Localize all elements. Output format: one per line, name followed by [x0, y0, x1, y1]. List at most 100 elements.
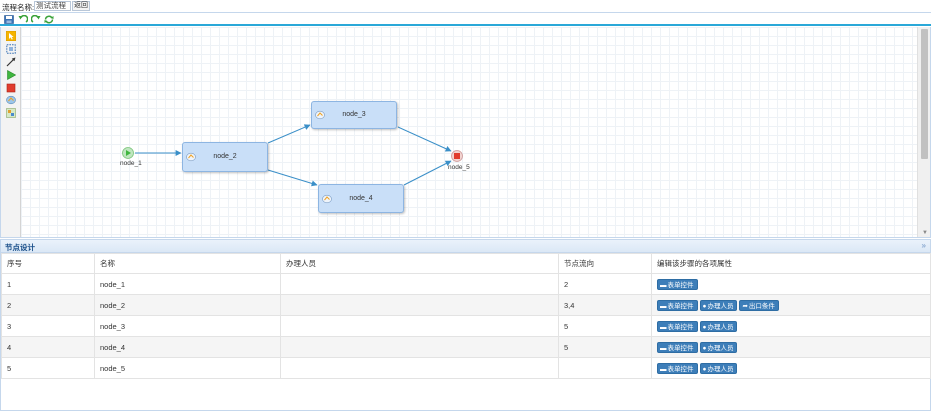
node-label: node_1 — [120, 160, 142, 167]
subflow-node-icon[interactable] — [6, 108, 16, 118]
button-label: 办理人员 — [707, 344, 734, 352]
back-button[interactable]: 返回 — [72, 1, 90, 11]
node-label: node_4 — [349, 194, 373, 202]
form-icon: ▬ — [660, 302, 667, 310]
form-controls-button[interactable]: ▬表单控件 — [657, 341, 698, 353]
cell-actions: ▬表单控件 ●办理人员 ➦出口条件 — [651, 294, 931, 316]
end-node-icon[interactable] — [6, 83, 16, 93]
table-row: 2 node_2 3,4 ▬表单控件 ●办理人员 ➦出口条件 — [1, 294, 931, 316]
flow-designer: node_1 node_2 node_3 node_4 node_5 ▼ — [0, 27, 931, 238]
button-label: 办理人员 — [707, 323, 734, 331]
canvas-scrollbar[interactable]: ▼ — [917, 27, 930, 237]
scroll-down-icon[interactable]: ▼ — [922, 230, 928, 236]
line-tool-icon[interactable] — [6, 57, 16, 67]
marquee-tool-icon[interactable] — [6, 44, 16, 54]
task-node[interactable]: node_2 — [182, 142, 268, 172]
user-icon: ● — [702, 365, 707, 373]
form-controls-button[interactable]: ▬表单控件 — [657, 362, 698, 374]
cell-actions: ▬表单控件 — [651, 273, 931, 295]
node-label: node_5 — [448, 164, 470, 171]
node-table: 序号 名称 办理人员 节点流向 编辑该步骤的各项属性 1 node_1 2 ▬表单控件… — [1, 253, 931, 379]
table-row: 3 node_3 5 ▬表单控件 ●办理人员 — [1, 315, 931, 337]
exit-condition-button[interactable]: ➦出口条件 — [739, 299, 779, 311]
cell-actions: ▬表单控件 ●办理人员 — [651, 336, 931, 358]
node-table-container: 序号 名称 办理人员 节点流向 编辑该步骤的各项属性 1 node_1 2 ▬表单控件… — [0, 253, 931, 411]
column-header: 序号 — [1, 253, 95, 274]
form-icon: ▬ — [660, 344, 667, 352]
cell-handler — [280, 357, 559, 379]
node-label: node_3 — [342, 111, 366, 118]
handler-button[interactable]: ●办理人员 — [699, 299, 738, 311]
cell-flow — [558, 357, 652, 379]
user-icon: ● — [702, 302, 707, 310]
form-controls-button[interactable]: ▬表单控件 — [657, 278, 698, 290]
cell-name: node_5 — [94, 357, 281, 379]
cell-actions: ▬表单控件 ●办理人员 — [651, 357, 931, 379]
flow-name-bar: 流程名称: 测试流程 返回 — [0, 0, 931, 13]
column-header: 节点流向 — [558, 253, 652, 274]
undo-icon[interactable] — [18, 15, 28, 24]
edge-node4-node5 — [403, 160, 452, 186]
cell-flow: 5 — [558, 336, 652, 358]
collapse-icon[interactable]: » — [922, 241, 926, 250]
cell-handler — [280, 294, 559, 316]
cell-index: 2 — [1, 294, 95, 316]
tool-palette — [1, 27, 21, 237]
button-label: 办理人员 — [707, 365, 734, 373]
button-label: 表单控件 — [667, 302, 694, 310]
column-header: 编辑该步骤的各项属性 — [651, 253, 931, 274]
form-icon: ▬ — [660, 323, 667, 331]
edge-node3-node5 — [397, 126, 452, 152]
task-node-icon[interactable] — [6, 95, 16, 105]
edge-node2-node4 — [267, 169, 318, 187]
button-label: 表单控件 — [667, 344, 694, 352]
start-node[interactable] — [122, 147, 134, 159]
cell-actions: ▬表单控件 ●办理人员 — [651, 315, 931, 337]
scrollbar-thumb[interactable] — [921, 29, 928, 159]
cell-handler — [280, 315, 559, 337]
node-label: node_2 — [213, 153, 237, 160]
cell-index: 3 — [1, 315, 95, 337]
user-icon: ● — [702, 323, 707, 331]
cell-handler — [280, 273, 559, 295]
table-row: 4 node_4 5 ▬表单控件 ●办理人员 — [1, 336, 931, 358]
select-tool-icon[interactable] — [6, 31, 16, 41]
flow-connections — [135, 124, 452, 187]
task-node[interactable]: node_3 — [311, 101, 397, 129]
node-panel-header: 节点设计 » — [0, 239, 931, 253]
form-controls-button[interactable]: ▬表单控件 — [657, 320, 698, 332]
form-controls-button[interactable]: ▬表单控件 — [657, 299, 698, 311]
refresh-icon[interactable] — [44, 15, 54, 24]
column-header: 办理人员 — [280, 253, 559, 274]
button-label: 表单控件 — [667, 323, 694, 331]
cell-index: 1 — [1, 273, 95, 295]
button-label: 办理人员 — [707, 302, 734, 310]
design-canvas[interactable]: node_1 node_2 node_3 node_4 node_5 — [21, 27, 919, 237]
user-icon: ● — [702, 344, 707, 352]
redo-icon[interactable] — [31, 15, 41, 24]
edge-node2-node3 — [267, 124, 311, 144]
cell-name: node_1 — [94, 273, 281, 295]
form-icon: ▬ — [660, 281, 667, 289]
flow-name-input[interactable]: 测试流程 — [34, 1, 71, 11]
task-node[interactable]: node_4 — [318, 184, 404, 213]
cell-flow: 2 — [558, 273, 652, 295]
handler-button[interactable]: ●办理人员 — [699, 362, 738, 374]
panel-title: 节点设计 — [5, 243, 35, 252]
cell-name: node_4 — [94, 336, 281, 358]
handler-button[interactable]: ●办理人员 — [699, 341, 738, 353]
table-header-row: 序号 名称 办理人员 节点流向 编辑该步骤的各项属性 — [1, 253, 931, 274]
save-icon[interactable] — [4, 15, 14, 24]
button-label: 表单控件 — [667, 365, 694, 373]
cell-name: node_2 — [94, 294, 281, 316]
start-node-icon[interactable] — [6, 70, 16, 80]
end-node[interactable] — [451, 150, 463, 162]
flow-name-label: 流程名称: — [2, 3, 35, 12]
designer-toolbar — [0, 13, 931, 26]
table-row: 1 node_1 2 ▬表单控件 — [1, 273, 931, 295]
button-label: 表单控件 — [667, 281, 694, 289]
form-icon: ▬ — [660, 365, 667, 373]
cell-index: 4 — [1, 336, 95, 358]
exit-arrow-icon: ➦ — [742, 302, 748, 310]
handler-button[interactable]: ●办理人员 — [699, 320, 738, 332]
